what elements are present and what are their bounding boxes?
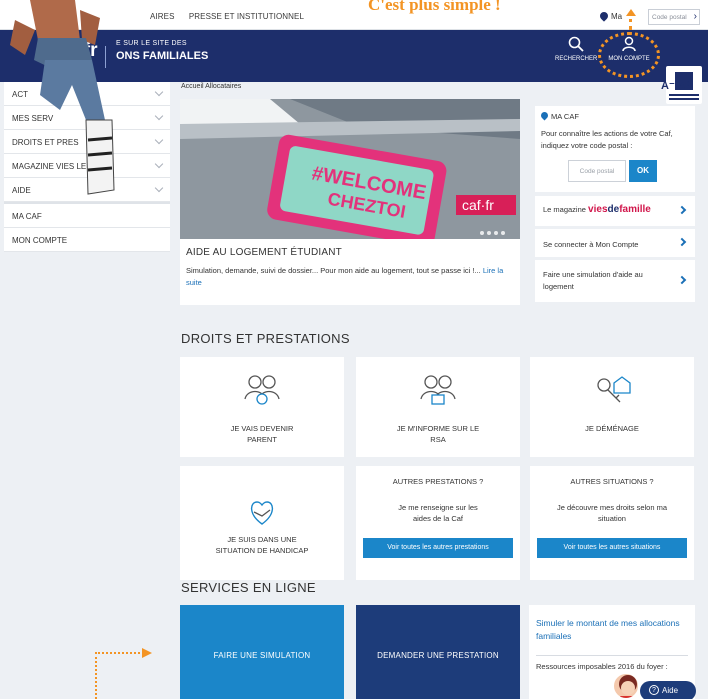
welcome-banner: E SUR LE SITE DES ONS FAMILIALES	[116, 40, 208, 62]
card-demenage[interactable]: JE DÉMÉNAGE	[530, 357, 694, 457]
vies-de-famille-logo: viesdefamille	[588, 204, 651, 215]
menu-item-label: MES SERV	[12, 114, 54, 123]
menu-item-ma-caf[interactable]: MA CAF	[4, 204, 170, 228]
card-autres-situations: AUTRES SITUATIONS ? Je découvre mes droi…	[530, 466, 694, 580]
heart-hands-icon	[250, 501, 274, 525]
pointer-arrow	[95, 648, 152, 658]
utility-bar: AIRES PRESSE ET INSTITUTIONNEL Ma Code p…	[0, 0, 708, 30]
menu-item-label: DROITS ET PRES	[12, 138, 79, 147]
utility-links: AIRES PRESSE ET INSTITUTIONNEL	[150, 12, 316, 21]
search-button[interactable]: RECHERCHER	[555, 36, 597, 62]
keys-icon	[597, 376, 631, 403]
card-handicap[interactable]: JE SUIS DANS UNE SITUATION DE HANDICAP	[180, 466, 344, 580]
chevron-down-icon	[154, 135, 164, 145]
rsa-icon	[420, 375, 456, 405]
welcome-line-1: E SUR LE SITE DES	[116, 40, 187, 47]
carousel-dots[interactable]	[480, 227, 508, 237]
doormat-illustration: #WELCOME CHEZTOI caf·fr	[180, 99, 520, 239]
chevron-right-icon	[677, 205, 687, 215]
location-pin-icon	[539, 110, 550, 121]
connect-account-link[interactable]: Se connecter à Mon Compte	[535, 229, 695, 257]
menu-item-magazine[interactable]: MAGAZINE VIES LE	[4, 154, 170, 178]
main-menu: ACT MES SERV DROITS ET PRES MAGAZINE VIE…	[4, 82, 170, 252]
card-title: AUTRES PRESTATIONS ?	[392, 477, 484, 486]
ma-caf-description: Pour connaître les actions de votre Caf,…	[541, 129, 673, 150]
demande-prestation-button[interactable]: DEMANDER UNE PRESTATION	[356, 605, 520, 699]
card-text: Je me renseigne sur les aides de la Caf	[398, 503, 478, 523]
search-icon	[568, 36, 584, 52]
menu-item-mes-services[interactable]: MES SERV	[4, 106, 170, 130]
chevron-down-icon	[154, 111, 164, 121]
menu-item-label: AIDE	[12, 186, 31, 195]
card-label: JE VAIS DEVENIR PARENT	[230, 424, 294, 444]
card-label: JE M'INFORME SUR LE RSA	[396, 424, 480, 444]
postal-code-input[interactable]: Code postal	[648, 9, 700, 25]
highlight-circle	[598, 32, 660, 78]
magazine-link[interactable]: Le magazine viesdefamille	[535, 196, 695, 226]
housing-simulation-link[interactable]: Faire une simulation d'aide au logement	[535, 260, 695, 302]
card-title: AUTRES SITUATIONS ?	[570, 477, 654, 486]
chevron-down-icon	[154, 159, 164, 169]
ma-caf-panel: MA CAF Pour connaître les actions de vot…	[535, 106, 695, 192]
card-devenir-parent[interactable]: JE VAIS DEVENIR PARENT	[180, 357, 344, 457]
card-label: JE SUIS DANS UNE SITUATION DE HANDICAP	[215, 535, 309, 555]
utility-link-presse[interactable]: PRESSE ET INSTITUTIONNEL	[189, 12, 304, 21]
help-button[interactable]: ? Aide	[640, 681, 696, 699]
highlight-arrow	[626, 9, 636, 30]
help-icon: ?	[649, 685, 659, 695]
simulation-button[interactable]: FAIRE UNE SIMULATION	[180, 605, 344, 699]
see-other-situations-button[interactable]: Voir toutes les autres situations	[537, 538, 687, 558]
menu-item-droits[interactable]: DROITS ET PRES	[4, 130, 170, 154]
simulator-title[interactable]: Simuler le montant de mes allocations fa…	[536, 617, 686, 643]
chevron-down-icon	[154, 183, 164, 193]
hero-image: #WELCOME CHEZTOI caf·fr	[180, 99, 520, 239]
ma-caf-postal-input[interactable]: Code postal	[568, 160, 626, 182]
card-text: Je découvre mes droits selon ma situatio…	[556, 503, 668, 523]
ma-caf-ok-button[interactable]: OK	[629, 160, 657, 182]
hero-carousel[interactable]: #WELCOME CHEZTOI caf·fr AIDE AU LOGEMENT…	[180, 99, 520, 305]
location-pin-icon	[598, 10, 610, 22]
simulator-text: Ressources imposables 2016 du foyer :	[536, 662, 668, 671]
card-autres-prestations: AUTRES PRESTATIONS ? Je me renseigne sur…	[356, 466, 520, 580]
location-selector[interactable]: Ma	[598, 10, 623, 22]
menu-item-label: MAGAZINE VIES LE	[12, 162, 87, 171]
logo-text: caf·fr	[50, 40, 98, 61]
menu-item-label: ACT	[12, 90, 28, 99]
menu-item-label: MON COMPTE	[12, 236, 68, 245]
parents-icon	[244, 375, 280, 405]
breadcrumb[interactable]: Accueil Allocataires	[181, 83, 241, 90]
font-size-controls[interactable]: A⁻ A⁺	[661, 79, 691, 92]
location-label: Ma	[611, 12, 623, 21]
welcome-line-2: ONS FAMILIALES	[116, 50, 209, 62]
chevron-down-icon	[154, 87, 164, 97]
caf-logo[interactable]: caf·fr	[50, 40, 106, 70]
menu-item-aide[interactable]: AIDE	[4, 178, 170, 202]
promo-tagline: C'est plus simple !	[368, 0, 501, 14]
see-other-prestations-button[interactable]: Voir toutes les autres prestations	[363, 538, 513, 558]
ma-caf-title: MA CAF	[539, 110, 579, 121]
menu-item-actualites[interactable]: ACT	[4, 82, 170, 106]
section-title-services: SERVICES EN LIGNE	[181, 580, 316, 595]
chevron-right-icon	[677, 237, 687, 247]
caf-badge: caf·fr	[462, 197, 494, 213]
hero-caption: AIDE AU LOGEMENT ÉTUDIANT	[186, 247, 342, 258]
menu-item-label: MA CAF	[12, 212, 42, 221]
pointer-arrow-line	[95, 652, 97, 699]
chevron-right-icon	[677, 275, 687, 285]
card-rsa[interactable]: JE M'INFORME SUR LE RSA	[356, 357, 520, 457]
section-title-droits: DROITS ET PRESTATIONS	[181, 331, 350, 346]
menu-item-mon-compte[interactable]: MON COMPTE	[4, 228, 170, 252]
hero-description: Simulation, demande, suivi de dossier...…	[186, 266, 504, 287]
utility-link-partenaires[interactable]: AIRES	[150, 12, 175, 21]
assistant-avatar[interactable]	[612, 672, 640, 699]
card-label: JE DÉMÉNAGE	[585, 424, 639, 433]
search-label: RECHERCHER	[555, 56, 598, 62]
